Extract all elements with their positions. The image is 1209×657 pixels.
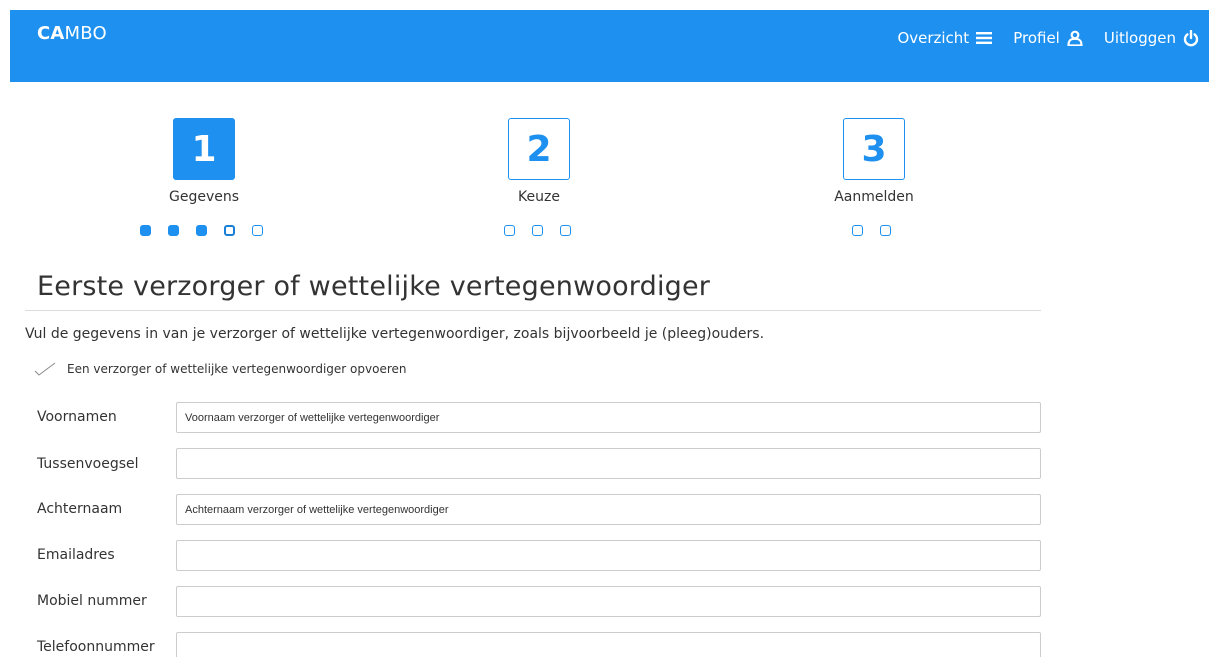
step-3-label: Aanmelden [834,189,914,205]
step-1-box[interactable]: 1 [173,118,235,180]
nav-uitloggen[interactable]: Uitloggen [1104,29,1199,47]
step-1-label: Gegevens [168,189,240,205]
progress-dot [880,225,891,236]
brand-logo-light: MBO [64,23,107,44]
brand-logo-bold: CA [37,23,65,44]
power-icon [1183,29,1199,47]
step-2-label: Keuze [518,189,560,205]
section-intro: Vul de gegevens in van je verzorger of w… [25,326,765,342]
nav-profiel[interactable]: Profiel [1013,29,1083,47]
section-title: Eerste verzorger of wettelijke vertegenw… [37,271,711,302]
emailadres-input[interactable] [176,540,1041,571]
achternaam-input[interactable] [176,494,1041,525]
progress-dot [168,225,179,236]
add-guardian-toggle[interactable]: Een verzorger of wettelijke vertegenwoor… [34,362,406,376]
progress-dot [504,225,515,236]
step-3-progress-dots [852,225,891,236]
voornamen-label: Voornamen [37,409,117,425]
tussenvoegsel-input[interactable] [176,448,1041,479]
progress-dot-current [224,225,235,236]
telefoonnummer-label: Telefoonnummer [37,639,155,655]
step-2-box[interactable]: 2 [508,118,570,180]
achternaam-label: Achternaam [37,501,123,517]
progress-dot [852,225,863,236]
progress-dot [140,225,151,236]
user-icon [1067,30,1083,46]
step-3-box[interactable]: 3 [843,118,905,180]
progress-dot [532,225,543,236]
progress-dot [252,225,263,236]
add-guardian-label: Een verzorger of wettelijke vertegenwoor… [67,362,407,376]
voornamen-input[interactable] [176,402,1041,433]
nav-profiel-label: Profiel [1013,29,1060,47]
main-nav: Overzicht Profiel Uitloggen [876,27,1209,49]
nav-overzicht-label: Overzicht [897,29,970,47]
mobiel-nummer-label: Mobiel nummer [37,593,147,609]
brand-logo[interactable]: CAMBO [37,23,107,44]
top-navbar: CAMBO Overzicht Profiel Uitloggen [10,10,1209,82]
progress-dot [560,225,571,236]
nav-uitloggen-label: Uitloggen [1103,29,1176,47]
telefoonnummer-input[interactable] [176,632,1041,657]
step-1-progress-dots [140,225,263,236]
checkmark-icon [34,362,56,376]
mobiel-nummer-input[interactable] [176,586,1041,617]
step-2-progress-dots [504,225,571,236]
progress-dot [196,225,207,236]
section-divider [25,310,1041,311]
menu-icon [976,32,993,44]
nav-overzicht[interactable]: Overzicht [897,29,993,47]
tussenvoegsel-label: Tussenvoegsel [37,456,139,472]
emailadres-label: Emailadres [37,547,115,563]
